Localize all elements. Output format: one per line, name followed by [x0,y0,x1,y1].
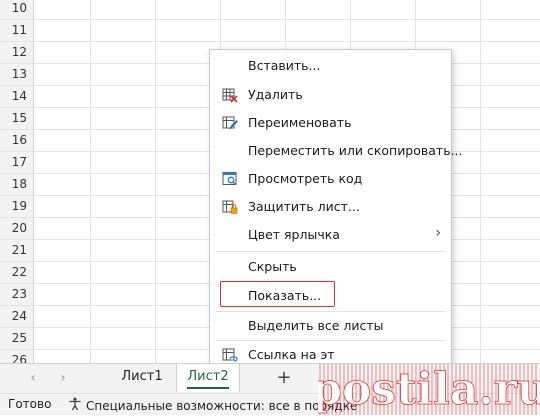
menu-item-label: Просмотреть код [248,171,363,186]
row-header[interactable]: 18 [0,174,34,195]
accessibility-status[interactable]: Специальные возможности: все в порядке [68,397,357,414]
menu-item-label: Вставить... [248,58,321,73]
menu-item-label: Скрыть [248,259,297,274]
row-header[interactable]: 21 [0,240,34,261]
sheet-tab-context-menu: Вставить... Удалить Переименовать Переме… [209,49,463,370]
sheet-tab-label: Лист2 [187,369,229,384]
row-header[interactable]: 10 [0,0,34,19]
menu-item-label: Ссылка на эт [248,347,335,362]
watermark-text: postila.ru [318,364,540,415]
menu-item-move-copy[interactable]: Переместить или скопировать... [210,138,463,164]
menu-item-insert[interactable]: Вставить... [210,53,451,79]
postila-watermark: postila.ru [311,364,540,416]
menu-item-label: Переименовать [248,115,352,130]
menu-item-tab-color[interactable]: Цвет ярлычка › [210,222,451,248]
menu-item-label: Выделить все листы [248,318,384,333]
active-tab-underline [187,387,229,389]
row-header[interactable]: 15 [0,108,34,129]
menu-separator [216,311,445,312]
chevron-left-icon[interactable]: ‹ [24,369,42,387]
row-header[interactable]: 12 [0,42,34,63]
grid-row[interactable]: 10 [0,0,540,20]
delete-sheet-icon [222,87,238,103]
menu-item-select-all-sheets[interactable]: Выделить все листы [210,313,451,339]
sheet-tab-list2[interactable]: Лист2 [176,364,240,392]
menu-item-protect[interactable]: Защитить лист... [210,194,451,220]
row-header[interactable]: 26 [0,350,34,363]
row-header[interactable]: 19 [0,196,34,217]
accessibility-icon [68,397,82,414]
menu-item-label: Удалить [248,87,303,102]
row-header[interactable]: 22 [0,262,34,283]
menu-item-view-code[interactable]: Просмотреть код [210,166,451,192]
menu-item-label: Защитить лист... [248,199,360,214]
protect-sheet-icon [222,199,238,215]
menu-separator [216,251,445,252]
rename-sheet-icon [222,115,238,131]
menu-item-label: Переместить или скопировать... [248,143,463,158]
highlight-box [220,281,335,307]
accessibility-label: Специальные возможности: все в порядке [86,398,358,413]
row-header[interactable]: 16 [0,130,34,151]
menu-item-delete[interactable]: Удалить [210,82,451,108]
grid-row[interactable]: 11 [0,20,540,42]
chevron-right-icon[interactable]: › [54,369,72,387]
view-code-icon [222,171,238,187]
menu-item-label: Цвет ярлычка [248,227,340,242]
menu-item-rename[interactable]: Переименовать [210,110,451,136]
row-header[interactable]: 11 [0,20,34,41]
row-header[interactable]: 13 [0,64,34,85]
row-header[interactable]: 20 [0,218,34,239]
row-header[interactable]: 14 [0,86,34,107]
chevron-right-icon: › [435,225,441,241]
row-header[interactable]: 24 [0,306,34,327]
row-header[interactable]: 23 [0,284,34,305]
menu-separator [216,340,445,341]
row-header[interactable]: 25 [0,328,34,349]
add-sheet-button[interactable]: + [272,366,296,390]
status-ready: Готово [8,397,52,411]
link-icon [222,347,238,363]
sheet-tab-list1[interactable]: Лист1 [110,364,174,392]
menu-item-hide[interactable]: Скрыть [210,254,451,280]
row-header[interactable]: 17 [0,152,34,173]
